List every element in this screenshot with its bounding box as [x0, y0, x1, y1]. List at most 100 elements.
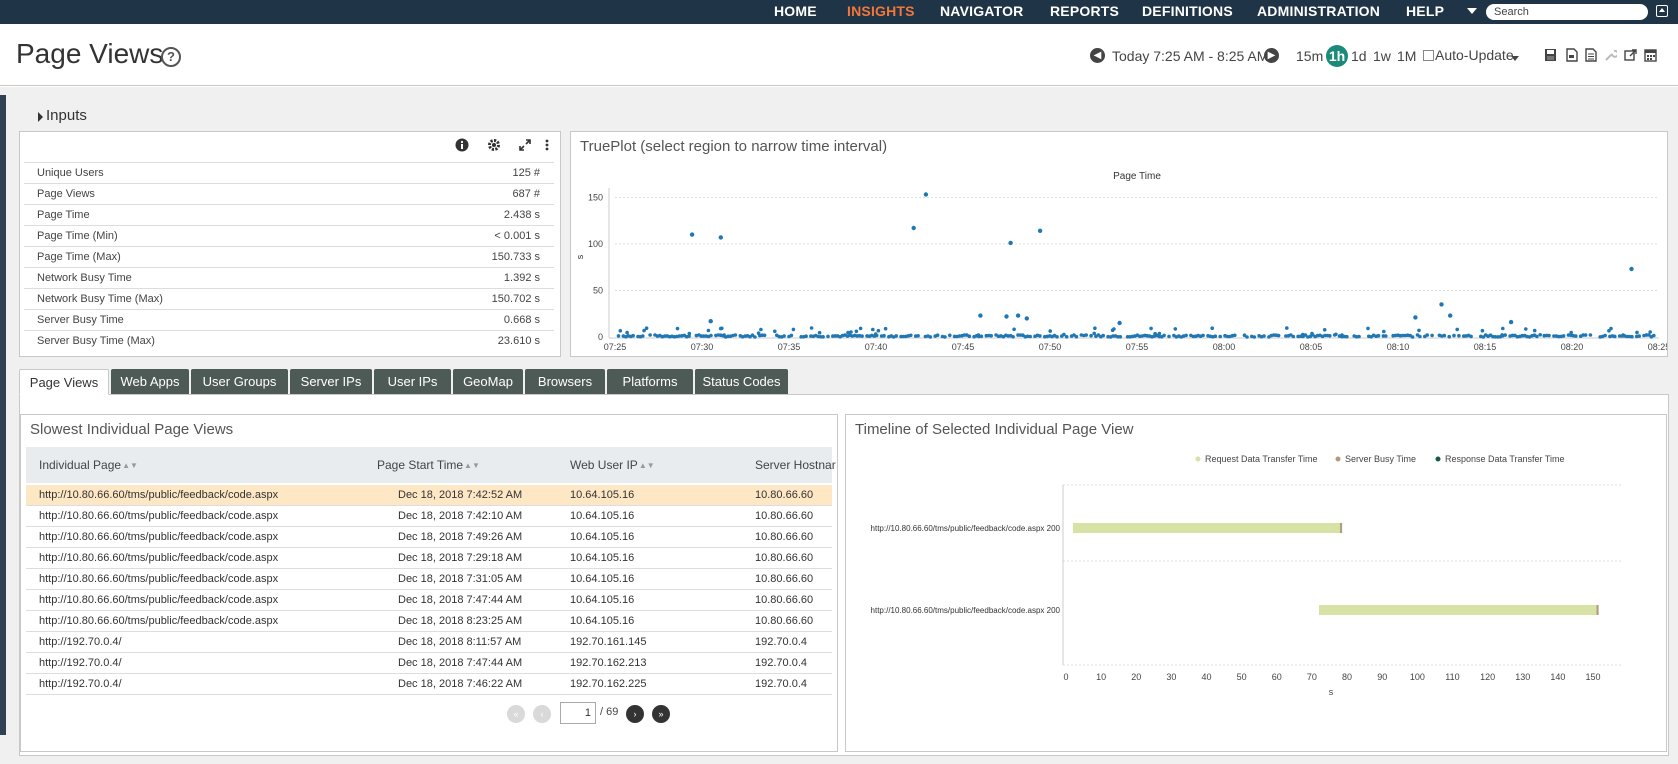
range-1M[interactable]: 1M: [1397, 48, 1416, 64]
range-1h[interactable]: 1h: [1326, 45, 1348, 67]
x-tick-label: 08:20: [1561, 342, 1584, 352]
info-icon[interactable]: [455, 138, 469, 152]
data-point[interactable]: [1008, 240, 1013, 246]
data-point: [1011, 335, 1015, 339]
calendar-icon[interactable]: [1644, 48, 1657, 62]
timeline-bar[interactable]: [1596, 605, 1599, 615]
data-point: [1201, 333, 1205, 338]
more-menu-icon[interactable]: [544, 138, 550, 152]
pdf-icon[interactable]: [1565, 48, 1578, 62]
range-15m[interactable]: 15m: [1296, 48, 1323, 64]
external-link-icon[interactable]: [1624, 48, 1637, 62]
stat-value: 687 #: [512, 188, 540, 200]
data-point[interactable]: [1004, 314, 1009, 319]
x-tick-label: 110: [1445, 672, 1459, 682]
sort-icon[interactable]: ▲▼: [464, 461, 480, 470]
timeline-bar[interactable]: [1340, 523, 1343, 533]
tab-user-ips[interactable]: User IPs: [374, 369, 451, 394]
y-axis-label: s: [575, 254, 585, 259]
data-point: [1621, 333, 1625, 337]
nav-home[interactable]: HOME: [774, 3, 817, 19]
data-point[interactable]: [1413, 315, 1418, 320]
tab-user-groups[interactable]: User Groups: [191, 369, 288, 394]
page-number-input[interactable]: [560, 702, 596, 724]
data-point: [1048, 329, 1052, 333]
stat-row: Page Time (Max) 150.733 s: [24, 246, 554, 267]
table-row[interactable]: http://192.70.0.4/Dec 18, 2018 7:46:22 A…: [26, 674, 832, 695]
nav-definitions[interactable]: DEFINITIONS: [1142, 3, 1233, 19]
data-point: [1588, 333, 1593, 337]
data-point[interactable]: [923, 192, 929, 197]
timeline-bar[interactable]: [1319, 605, 1597, 615]
data-point[interactable]: [1629, 266, 1634, 272]
data-point[interactable]: [978, 313, 983, 318]
page-time-scatter-chart[interactable]: Page Time s 0 50 100 150 07:25 07:30 07:35 07:40 0…: [571, 132, 1667, 356]
data-point[interactable]: [718, 235, 723, 240]
save-icon[interactable]: [1544, 48, 1557, 62]
sort-icon[interactable]: ▲▼: [639, 461, 655, 470]
nav-navigator[interactable]: NAVIGATOR: [940, 3, 1023, 19]
table-row[interactable]: http://10.80.66.60/tms/public/feedback/c…: [26, 506, 832, 527]
tab-status-codes[interactable]: Status Codes: [695, 369, 788, 394]
tab-web-apps[interactable]: Web Apps: [111, 369, 189, 394]
nav-dropdown-caret-icon[interactable]: [1467, 8, 1477, 14]
nav-administration[interactable]: ADMINISTRATION: [1257, 3, 1380, 19]
tab-server-ips[interactable]: Server IPs: [290, 369, 372, 394]
data-point[interactable]: [911, 225, 916, 231]
data-point[interactable]: [1024, 316, 1029, 321]
data-point[interactable]: [1015, 313, 1021, 318]
table-row[interactable]: http://10.80.66.60/tms/public/feedback/c…: [26, 611, 832, 632]
table-row[interactable]: http://10.80.66.60/tms/public/feedback/c…: [26, 485, 832, 506]
inputs-expand-icon[interactable]: [38, 112, 43, 122]
csv-icon[interactable]: [1584, 48, 1597, 62]
data-point[interactable]: [1037, 228, 1043, 233]
time-range-label[interactable]: Today 7:25 AM - 8:25 AM: [1112, 48, 1268, 64]
table-row[interactable]: http://10.80.66.60/tms/public/feedback/c…: [26, 569, 832, 590]
auto-update-caret-icon[interactable]: [1511, 56, 1519, 61]
nav-insights[interactable]: INSIGHTS: [847, 3, 915, 19]
nav-reports[interactable]: REPORTS: [1050, 3, 1119, 19]
tab-page-views[interactable]: Page Views: [19, 369, 109, 395]
data-point[interactable]: [708, 319, 713, 324]
data-point[interactable]: [689, 232, 695, 237]
col-server-hostname[interactable]: Server Hostnar: [755, 458, 836, 472]
nav-help[interactable]: HELP: [1406, 3, 1444, 19]
left-drawer-handle[interactable]: [0, 95, 6, 735]
data-point[interactable]: [1117, 320, 1122, 326]
auto-update-label[interactable]: Auto-Update: [1435, 47, 1514, 63]
sort-icon[interactable]: ▲▼: [122, 461, 138, 470]
search-input[interactable]: [1486, 4, 1648, 20]
inputs-toggle[interactable]: Inputs: [46, 107, 87, 124]
data-point[interactable]: [1448, 313, 1453, 318]
next-page-icon[interactable]: ›: [626, 705, 644, 723]
table-row[interactable]: http://10.80.66.60/tms/public/feedback/c…: [26, 590, 832, 611]
table-row[interactable]: http://10.80.66.60/tms/public/feedback/c…: [26, 527, 832, 548]
last-page-icon[interactable]: »: [652, 705, 670, 723]
gear-icon[interactable]: [487, 138, 501, 152]
collapse-header-icon[interactable]: [1656, 5, 1668, 17]
table-cell: http://192.70.0.4/: [39, 678, 122, 690]
timeline-bar-chart[interactable]: Request Data Transfer Time Server Busy Ti…: [846, 415, 1666, 751]
x-tick-label: 120: [1480, 672, 1495, 682]
prev-time-icon[interactable]: ◀: [1090, 48, 1105, 63]
col-web-user-ip[interactable]: Web User IP▲▼: [570, 458, 655, 472]
table-row[interactable]: http://10.80.66.60/tms/public/feedback/c…: [26, 548, 832, 569]
table-row[interactable]: http://192.70.0.4/Dec 18, 2018 7:47:44 A…: [26, 653, 832, 674]
range-1w[interactable]: 1w: [1373, 48, 1391, 64]
data-point: [1469, 334, 1473, 339]
tab-platforms[interactable]: Platforms: [607, 369, 693, 394]
table-row[interactable]: http://192.70.0.4/Dec 18, 2018 8:11:57 A…: [26, 632, 832, 653]
data-point: [1173, 327, 1178, 331]
range-1d[interactable]: 1d: [1351, 48, 1367, 64]
fullscreen-icon[interactable]: [518, 138, 532, 152]
auto-update-checkbox[interactable]: [1423, 50, 1434, 61]
next-time-icon[interactable]: ▶: [1264, 48, 1279, 63]
data-point[interactable]: [1508, 319, 1514, 325]
timeline-bar[interactable]: [1073, 523, 1340, 533]
col-individual-page[interactable]: Individual Page▲▼: [39, 458, 138, 472]
tab-geomap[interactable]: GeoMap: [453, 369, 523, 394]
col-page-start-time[interactable]: Page Start Time▲▼: [377, 458, 480, 472]
help-icon[interactable]: ?: [161, 47, 181, 67]
data-point[interactable]: [1439, 302, 1444, 307]
tab-browsers[interactable]: Browsers: [525, 369, 605, 394]
